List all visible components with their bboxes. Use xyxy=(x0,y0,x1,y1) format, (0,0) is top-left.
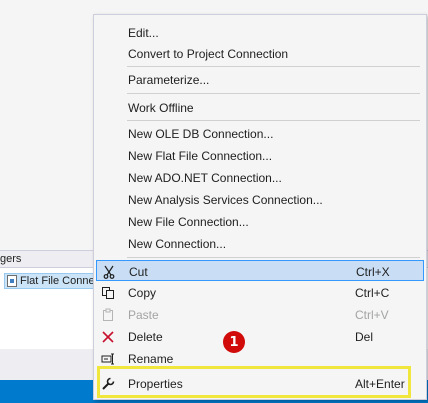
menu-item-label: New File Connection... xyxy=(128,215,249,229)
menu-separator xyxy=(127,66,420,67)
context-menu: Edit... Convert to Project Connection Pa… xyxy=(93,14,427,400)
menu-item-label: Cut xyxy=(129,265,148,279)
menu-item-label: New OLE DB Connection... xyxy=(128,127,274,141)
menu-item-cut[interactable]: Cut Ctrl+X xyxy=(96,260,424,281)
paste-icon xyxy=(96,304,120,325)
properties-highlight-outline xyxy=(97,366,411,398)
flat-file-connection-label: Flat File Connection xyxy=(20,275,94,287)
flat-file-connection-item[interactable]: Flat File Connection xyxy=(4,273,94,289)
menu-item-label: New Connection... xyxy=(128,237,227,251)
menu-item-shortcut: Del xyxy=(355,330,374,344)
menu-separator xyxy=(127,120,420,121)
menu-item-label: Copy xyxy=(128,286,157,300)
menu-item-shortcut: Ctrl+C xyxy=(355,286,390,300)
menu-item-label: Edit... xyxy=(128,26,159,40)
menu-separator xyxy=(127,93,420,94)
menu-item-label: Rename xyxy=(128,352,174,366)
menu-separator xyxy=(127,257,420,258)
menu-item-label: Paste xyxy=(128,308,159,322)
menu-item-new-analysis-services-connection[interactable]: New Analysis Services Connection... xyxy=(96,189,424,210)
menu-item-label: Convert to Project Connection xyxy=(128,47,289,61)
menu-item-shortcut: Ctrl+X xyxy=(356,265,390,279)
menu-item-delete[interactable]: Delete Del xyxy=(96,326,424,347)
callout-badge: 1 xyxy=(223,331,245,353)
delete-icon xyxy=(96,326,120,347)
menu-item-new-oledb-connection[interactable]: New OLE DB Connection... xyxy=(96,123,424,144)
menu-item-label: Work Offline xyxy=(128,101,194,115)
menu-item-edit[interactable]: Edit... xyxy=(96,22,424,43)
menu-item-new-file-connection[interactable]: New File Connection... xyxy=(96,211,424,232)
menu-item-paste[interactable]: Paste Ctrl+V xyxy=(96,304,424,325)
flat-file-connection-icon xyxy=(7,275,17,287)
menu-item-new-flat-file-connection[interactable]: New Flat File Connection... xyxy=(96,145,424,166)
menu-item-label: Delete xyxy=(128,330,163,344)
menu-item-parameterize[interactable]: Parameterize... xyxy=(96,69,424,90)
menu-item-new-adonet-connection[interactable]: New ADO.NET Connection... xyxy=(96,167,424,188)
menu-item-work-offline[interactable]: Work Offline xyxy=(96,97,424,118)
menu-item-label: New Flat File Connection... xyxy=(128,149,273,163)
menu-item-new-connection[interactable]: New Connection... xyxy=(96,233,424,254)
menu-item-label: New ADO.NET Connection... xyxy=(128,171,282,185)
menu-item-copy[interactable]: Copy Ctrl+C xyxy=(96,282,424,303)
menu-item-convert-to-project-connection[interactable]: Convert to Project Connection xyxy=(96,43,424,64)
menu-item-shortcut: Ctrl+V xyxy=(355,308,389,322)
menu-item-label: Parameterize... xyxy=(128,73,210,87)
connection-managers-tab-label[interactable]: gers xyxy=(0,253,21,265)
scissors-icon xyxy=(97,261,121,282)
copy-icon xyxy=(96,282,120,303)
menu-item-label: New Analysis Services Connection... xyxy=(128,193,323,207)
